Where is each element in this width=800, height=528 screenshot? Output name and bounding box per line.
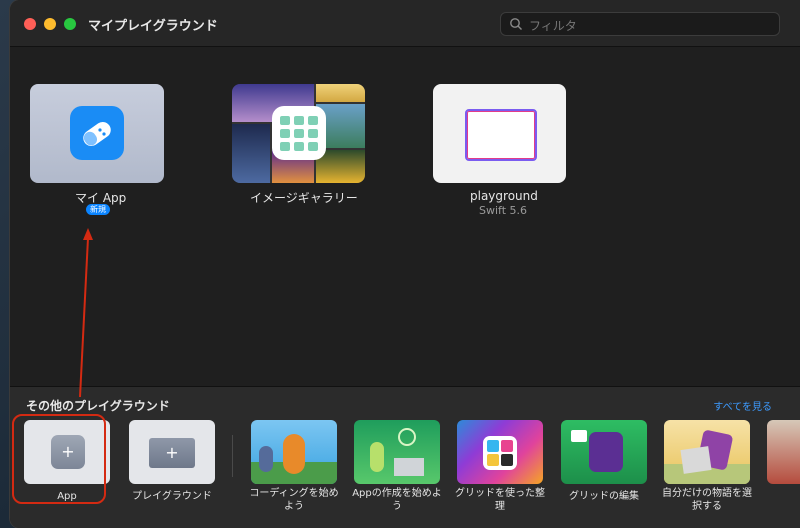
search-placeholder: フィルタ xyxy=(529,19,577,33)
template-grid-edit[interactable] xyxy=(561,420,647,484)
search-icon xyxy=(510,18,522,30)
shelf-title: その他のプレイグラウンド xyxy=(26,399,170,413)
playground-label: playground xyxy=(470,189,538,203)
playground-tile[interactable] xyxy=(433,84,566,183)
template-grid-organize[interactable] xyxy=(457,420,543,484)
highlight-annotation xyxy=(12,414,106,504)
template-grid-organize-label: グリッドを使った整 理 xyxy=(455,488,545,512)
template-start-coding-label: コーディングを始め よう xyxy=(249,488,339,512)
template-start-app-label: Appの作成を始めよ う xyxy=(352,488,442,512)
new-badge: 新規 xyxy=(86,204,110,215)
plus-icon: + xyxy=(165,443,179,462)
minimize-button[interactable] xyxy=(44,18,56,30)
playground-window: マイプレイグラウンド フィルタ マイ App 新規 イメージギャラリー play… xyxy=(10,0,800,528)
search-field[interactable]: フィルタ xyxy=(500,12,780,36)
close-button[interactable] xyxy=(24,18,36,30)
title-bar: マイプレイグラウンド フィルタ xyxy=(10,0,800,47)
template-choose-story-label: 自分だけの物語を選 択する xyxy=(662,488,752,512)
window-title: マイプレイグラウンド xyxy=(88,19,218,34)
shelf-divider xyxy=(232,435,233,477)
my-app-tile[interactable] xyxy=(30,84,164,183)
template-grid-edit-label: グリッドの編集 xyxy=(569,491,639,502)
zoom-button[interactable] xyxy=(64,18,76,30)
template-start-coding[interactable] xyxy=(251,420,337,484)
see-all-link[interactable]: すべてを見る xyxy=(713,398,772,413)
template-choose-story[interactable] xyxy=(664,420,750,484)
template-playground-label: プレイグラウンド xyxy=(132,491,212,502)
template-playground[interactable]: + xyxy=(129,420,215,484)
swift-version-label: Swift 5.6 xyxy=(479,204,528,217)
template-start-app[interactable] xyxy=(354,420,440,484)
swift-playgrounds-app-icon xyxy=(70,106,124,160)
other-playgrounds-shelf: その他のプレイグラウンド すべてを見る + App + プレイグラウンド コーデ… xyxy=(10,386,800,528)
image-gallery-tile[interactable] xyxy=(232,84,365,183)
template-more-partial[interactable] xyxy=(767,420,800,484)
image-gallery-label: イメージギャラリー xyxy=(250,191,358,205)
